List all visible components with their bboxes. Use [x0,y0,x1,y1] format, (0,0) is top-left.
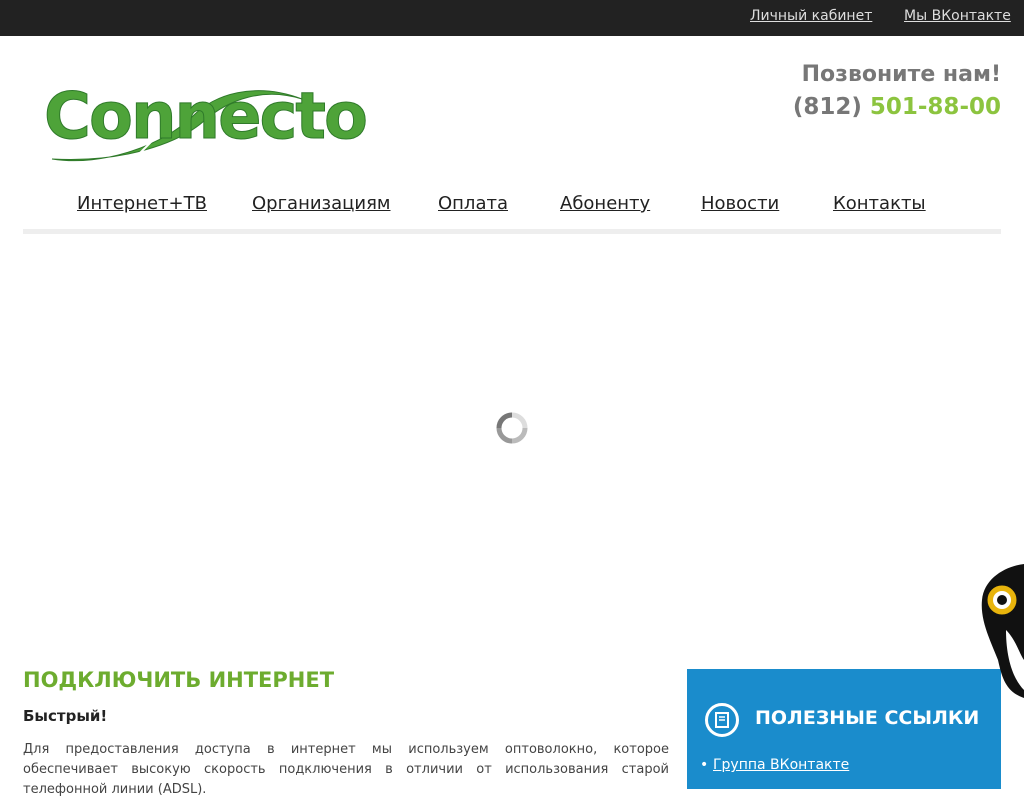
section-subtitle: Быстрый! [23,707,108,725]
call-title: Позвоните нам! [801,62,1001,87]
phone-code: (812) [792,94,862,120]
personal-account-link[interactable]: Личный кабинет [750,8,872,24]
call-block: Позвоните нам! (812) 501-88-00 [793,60,1001,124]
connect-internet-section: ПОДКЛЮЧИТЬ ИНТЕРНЕТ Быстрый! Для предост… [23,666,669,800]
useful-links-title: ПОЛЕЗНЫЕ ССЫЛКИ [755,707,980,729]
vkontakte-link[interactable]: Мы ВКонтакте [904,8,1011,24]
nav-item-news[interactable]: Новости [701,193,779,214]
section-paragraph: Для предоставления доступа в интернет мы… [23,742,669,797]
nav-item-contacts[interactable]: Контакты [833,193,926,214]
logo-text: Connecto [44,80,369,154]
nav-item-subscriber[interactable]: Абоненту [560,193,650,214]
phone-number: 501-88-00 [869,94,1001,120]
nav-item-organizations[interactable]: Организациям [252,193,391,214]
useful-links-panel: ПОЛЕЗНЫЕ ССЫЛКИ Группа ВКонтакте [687,669,1001,789]
nav-item-payment[interactable]: Оплата [438,193,508,214]
spinner-icon [496,412,528,444]
phone: (812) 501-88-00 [793,90,1001,124]
nav-divider [23,229,1001,234]
section-title: ПОДКЛЮЧИТЬ ИНТЕРНЕТ [23,668,335,692]
mascot-icon[interactable] [976,560,1024,700]
nav-item-internet-tv[interactable]: Интернет+ТВ [77,193,207,214]
book-icon [705,703,739,737]
vk-group-link[interactable]: Группа ВКонтакте [700,757,849,773]
logo[interactable]: Connecto [44,75,368,167]
top-bar: Личный кабинет Мы ВКонтакте [0,0,1024,36]
